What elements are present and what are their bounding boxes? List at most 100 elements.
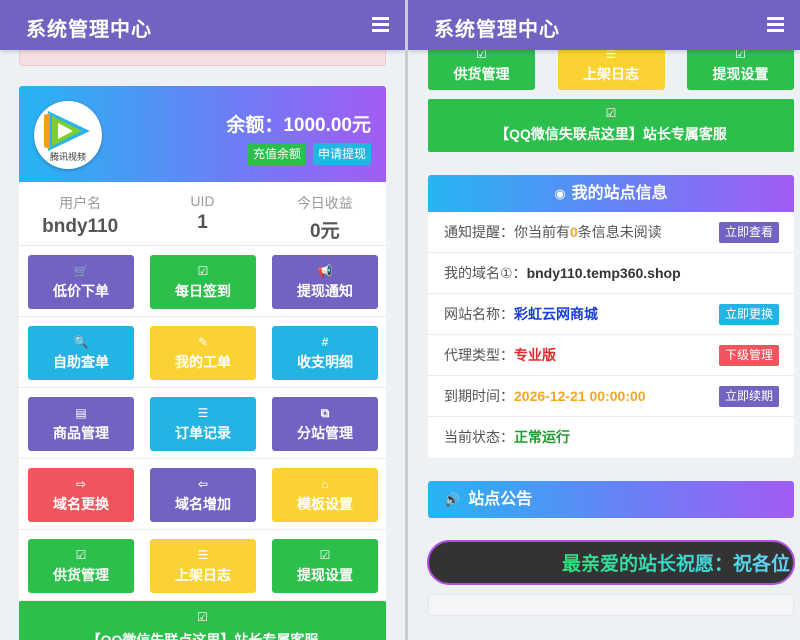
check-square-icon: ☑ bbox=[605, 106, 617, 120]
recharge-button[interactable]: 充值余额 bbox=[247, 143, 306, 165]
notice-pre: 你当前有 bbox=[514, 224, 570, 240]
tile-label: 订单记录 bbox=[175, 425, 231, 441]
menu-tile-withdraw-settings[interactable]: ☑ 提现设置 bbox=[687, 43, 794, 90]
menu-tile-finance[interactable]: # 收支明细 bbox=[272, 326, 378, 380]
check-square-icon: ☑ bbox=[75, 548, 87, 562]
list-icon: ☰ bbox=[197, 548, 209, 562]
tile-label: 我的工单 bbox=[175, 354, 231, 370]
notice-count: 0 bbox=[570, 224, 578, 240]
menu-tile-domain-add[interactable]: ⇦ 域名增加 bbox=[150, 468, 256, 522]
menu-tile-listing-log[interactable]: ☰ 上架日志 bbox=[557, 43, 665, 90]
menu-row: 🔍 自助查单 ✎ 我的工单 # 收支明细 bbox=[19, 317, 386, 388]
notice-post: 条信息未阅读 bbox=[577, 224, 662, 240]
tencent-video-logo-icon bbox=[44, 111, 90, 151]
avatar: 腾讯视频 bbox=[34, 101, 102, 169]
menu-tile-domain-change[interactable]: ⇨ 域名更换 bbox=[28, 468, 134, 522]
menu-row: ☑ 供货管理 ☰ 上架日志 ☑ 提现设置 bbox=[19, 530, 386, 601]
menu-tile-listing-log[interactable]: ☰ 上架日志 bbox=[150, 539, 256, 593]
hamburger-menu-icon[interactable] bbox=[372, 17, 389, 32]
menu-tile-tickets[interactable]: ✎ 我的工单 bbox=[150, 326, 256, 380]
tile-label: 提现设置 bbox=[297, 567, 353, 583]
menu-row: ⇨ 域名更换 ⇦ 域名增加 ⌂ 模板设置 bbox=[19, 459, 386, 530]
alert-box bbox=[19, 50, 386, 66]
bullhorn-icon: 📢 bbox=[317, 264, 333, 278]
announcement-title: 站点公告 bbox=[468, 491, 533, 508]
view-notice-button[interactable]: 立即查看 bbox=[718, 222, 779, 243]
subordinate-manage-button[interactable]: 下级管理 bbox=[718, 345, 779, 366]
menu-tile-products[interactable]: ▤ 商品管理 bbox=[28, 397, 134, 451]
service-label: 【QQ微信失联点这里】站长专属客服 bbox=[495, 126, 727, 142]
marquee-text: 最亲爱的站长祝愿：祝各位 bbox=[562, 549, 790, 576]
site-info-header: ◉ 我的站点信息 bbox=[428, 175, 794, 212]
right-screen: 系统管理中心 ☑ 供货管理 ☰ 上架日志 ☑ 提现设置 ☑ 【QQ微信失联点这里】站长… bbox=[408, 0, 800, 640]
top-bar: 系统管理中心 bbox=[0, 0, 405, 50]
hash-icon: # bbox=[321, 335, 329, 349]
sign-in-icon: ⇦ bbox=[197, 477, 209, 491]
stats-bar: 用户名 bndy110 UID 1 今日收益 0元 bbox=[19, 182, 386, 246]
service-button[interactable]: ☑ 【QQ微信失联点这里】站长专属客服 bbox=[19, 601, 386, 640]
volume-icon: 🔊 bbox=[444, 492, 461, 507]
info-label: 到期时间： bbox=[444, 388, 514, 404]
tile-label: 上架日志 bbox=[583, 66, 639, 82]
service-button[interactable]: ☑ 【QQ微信失联点这里】站长专属客服 bbox=[428, 99, 794, 152]
menu-tile-withdraw-notice[interactable]: 📢 提现通知 bbox=[272, 255, 378, 309]
menu-tile-substations[interactable]: ⧉ 分站管理 bbox=[272, 397, 378, 451]
menu-tile-order[interactable]: 🛒 低价下单 bbox=[28, 255, 134, 309]
list-icon: ☰ bbox=[197, 406, 209, 420]
tile-label: 每日签到 bbox=[175, 283, 231, 299]
info-row-agent-type: 代理类型：专业版 下级管理 bbox=[428, 335, 794, 376]
menu-tile-template[interactable]: ⌂ 模板设置 bbox=[272, 468, 378, 522]
tile-label: 自助查单 bbox=[53, 354, 109, 370]
tile-label: 分站管理 bbox=[297, 425, 353, 441]
menu-tile-checkin[interactable]: ☑ 每日签到 bbox=[150, 255, 256, 309]
list-alt-icon: ▤ bbox=[75, 406, 87, 420]
info-row-status: 当前状态：正常运行 bbox=[428, 417, 794, 458]
profile-card: 腾讯视频 余额：1000.00元 充值余额 申请提现 bbox=[19, 86, 386, 182]
menu-tile-withdraw-settings[interactable]: ☑ 提现设置 bbox=[272, 539, 378, 593]
announcement-body bbox=[428, 594, 794, 616]
expire-value: 2026-12-21 00:00:00 bbox=[514, 388, 646, 404]
app-title: 系统管理中心 bbox=[434, 19, 560, 41]
menu-tile-orders[interactable]: ☰ 订单记录 bbox=[150, 397, 256, 451]
menu-grid: 🛒 低价下单 ☑ 每日签到 📢 提现通知 🔍 自助查单 ✎ 我的工单 # 收支明细 ▤ 商品管… bbox=[19, 246, 386, 601]
site-info-title: 我的站点信息 bbox=[571, 185, 668, 202]
info-label: 我的域名①： bbox=[444, 265, 527, 281]
tile-label: 供货管理 bbox=[453, 66, 510, 82]
info-label: 当前状态： bbox=[444, 429, 514, 445]
stat-label: UID bbox=[190, 193, 215, 209]
tile-label: 供货管理 bbox=[53, 567, 109, 583]
menu-row: ▤ 商品管理 ☰ 订单记录 ⧉ 分站管理 bbox=[19, 388, 386, 459]
tile-label: 域名增加 bbox=[175, 496, 231, 512]
cart-icon: 🛒 bbox=[73, 264, 89, 278]
stat-value: 1 bbox=[197, 212, 208, 233]
menu-tile-query[interactable]: 🔍 自助查单 bbox=[28, 326, 134, 380]
info-row-expire: 到期时间：2026-12-21 00:00:00 立即续期 bbox=[428, 376, 794, 417]
change-name-button[interactable]: 立即更换 bbox=[718, 304, 779, 325]
status-value: 正常运行 bbox=[514, 429, 570, 445]
menu-tile-supply[interactable]: ☑ 供货管理 bbox=[428, 43, 535, 90]
withdraw-button[interactable]: 申请提现 bbox=[312, 143, 371, 165]
renew-button[interactable]: 立即续期 bbox=[718, 386, 779, 407]
stat-label: 今日收益 bbox=[296, 195, 353, 211]
menu-tile-supply[interactable]: ☑ 供货管理 bbox=[28, 539, 134, 593]
stat-value: 0元 bbox=[310, 221, 340, 242]
menu-row: 🛒 低价下单 ☑ 每日签到 📢 提现通知 bbox=[19, 246, 386, 317]
stat-label: 用户名 bbox=[59, 195, 102, 211]
info-label: 通知提醒： bbox=[444, 224, 514, 240]
sign-out-icon: ⇨ bbox=[75, 477, 87, 491]
tile-label: 商品管理 bbox=[53, 425, 109, 441]
agent-type-value: 专业版 bbox=[514, 347, 556, 363]
tile-label: 提现通知 bbox=[297, 283, 353, 299]
info-row-notice: 通知提醒：你当前有0条信息未阅读 立即查看 bbox=[428, 212, 794, 253]
tile-label: 模板设置 bbox=[297, 496, 353, 512]
check-square-icon: ☑ bbox=[197, 264, 209, 278]
stat-today-income: 今日收益 0元 bbox=[264, 182, 386, 245]
tile-label: 域名更换 bbox=[53, 496, 109, 512]
globe-icon: ◉ bbox=[554, 186, 566, 201]
service-label: 【QQ微信失联点这里】站长专属客服 bbox=[86, 632, 319, 640]
hamburger-menu-icon[interactable] bbox=[767, 17, 784, 32]
tile-label: 收支明细 bbox=[297, 354, 353, 370]
search-icon: 🔍 bbox=[73, 335, 89, 349]
app-title: 系统管理中心 bbox=[26, 19, 152, 41]
left-screen: 系统管理中心 腾讯视频 余额：1000.00元 充值余额 申请提现 用户名 bn… bbox=[0, 0, 405, 640]
